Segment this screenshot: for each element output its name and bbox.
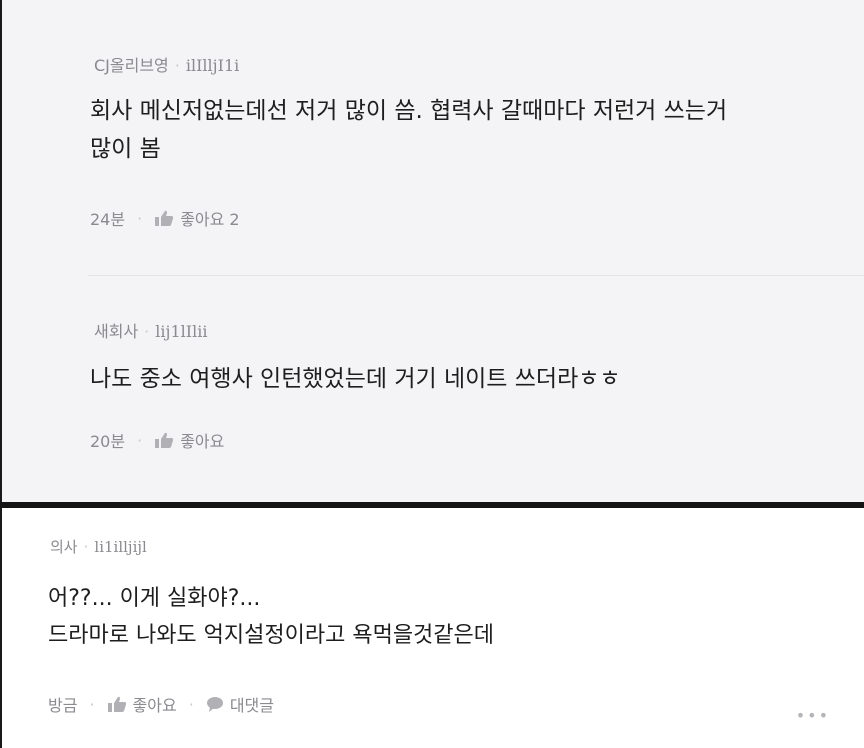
more-dots-icon[interactable]: •••: [796, 706, 830, 725]
comment-panel: 의사 · li1illjijl 어??... 이게 실화야?... 드라마로 나와도…: [0, 508, 864, 748]
separator-dot: ·: [137, 208, 143, 228]
like-button[interactable]: 좋아요 2: [154, 206, 240, 230]
comment-actions: 24분 · 좋아요 2: [90, 206, 240, 230]
like-label: 좋아요 2: [180, 210, 240, 229]
separator-dot: ·: [144, 322, 150, 341]
author-nickname: lij1lIlii: [155, 322, 208, 341]
comment-text-line: 어??... 이게 실화야?...: [48, 586, 261, 611]
reply-thread-panel: CJ올리브영 · ilIlljI1i 회사 메신저없는데선 저거 많이 씀. 협력사…: [0, 0, 864, 502]
thumbs-up-icon: [155, 432, 174, 448]
comment-text-line: 드라마로 나와도 억지설정이라고 욕먹을것같은데: [48, 623, 495, 648]
comment-body: 회사 메신저없는데선 저거 많이 씀. 협력사 갈때마다 저런거 쓰는거 많이 …: [90, 92, 727, 168]
thumbs-up-icon: [107, 696, 126, 712]
comment-actions: 20분 · 좋아요: [90, 428, 224, 452]
comment-time: 20분: [90, 432, 126, 451]
separator-dot: ·: [89, 694, 95, 714]
comment-text-line: 나도 중소 여행사 인턴했었는데 거기 네이트 쓰더라ㅎㅎ: [90, 366, 621, 392]
speech-bubble-icon: [206, 697, 223, 712]
comment-body: 나도 중소 여행사 인턴했었는데 거기 네이트 쓰더라ㅎㅎ: [90, 360, 621, 398]
separator-dot: ·: [174, 56, 180, 75]
author-company[interactable]: 의사: [50, 538, 78, 556]
separator-dot: ·: [83, 538, 89, 556]
comment-body: 어??... 이게 실화야?... 드라마로 나와도 억지설정이라고 욕먹을것같…: [48, 580, 494, 654]
comment-author: 새회사 · lij1lIlii: [94, 318, 207, 342]
separator-dot: ·: [188, 694, 194, 714]
separator-dot: ·: [137, 430, 143, 450]
comment-author: 의사 · li1illjijl: [50, 536, 147, 557]
author-company[interactable]: CJ올리브영: [94, 56, 169, 75]
author-nickname: ilIlljI1i: [185, 56, 240, 75]
comment-time: 24분: [90, 210, 126, 229]
comment-author: CJ올리브영 · ilIlljI1i: [94, 52, 239, 76]
reply-button[interactable]: 대댓글: [206, 692, 274, 716]
comment-text-line: 많이 봄: [90, 136, 161, 162]
thumbs-up-icon: [155, 210, 174, 226]
like-label: 좋아요: [180, 432, 225, 451]
like-label: 좋아요: [132, 696, 177, 715]
author-company[interactable]: 새회사: [94, 322, 138, 341]
comment-time: 방금: [48, 696, 78, 715]
comment-text-line: 회사 메신저없는데선 저거 많이 씀. 협력사 갈때마다 저런거 쓰는거: [90, 98, 728, 124]
comment-divider: [88, 275, 864, 276]
author-nickname: li1illjijl: [94, 538, 147, 556]
comment-actions: 방금 · 좋아요 · 대댓글: [48, 692, 274, 716]
like-button[interactable]: 좋아요: [154, 428, 224, 452]
like-button[interactable]: 좋아요: [107, 692, 177, 716]
reply-label: 대댓글: [229, 696, 274, 715]
